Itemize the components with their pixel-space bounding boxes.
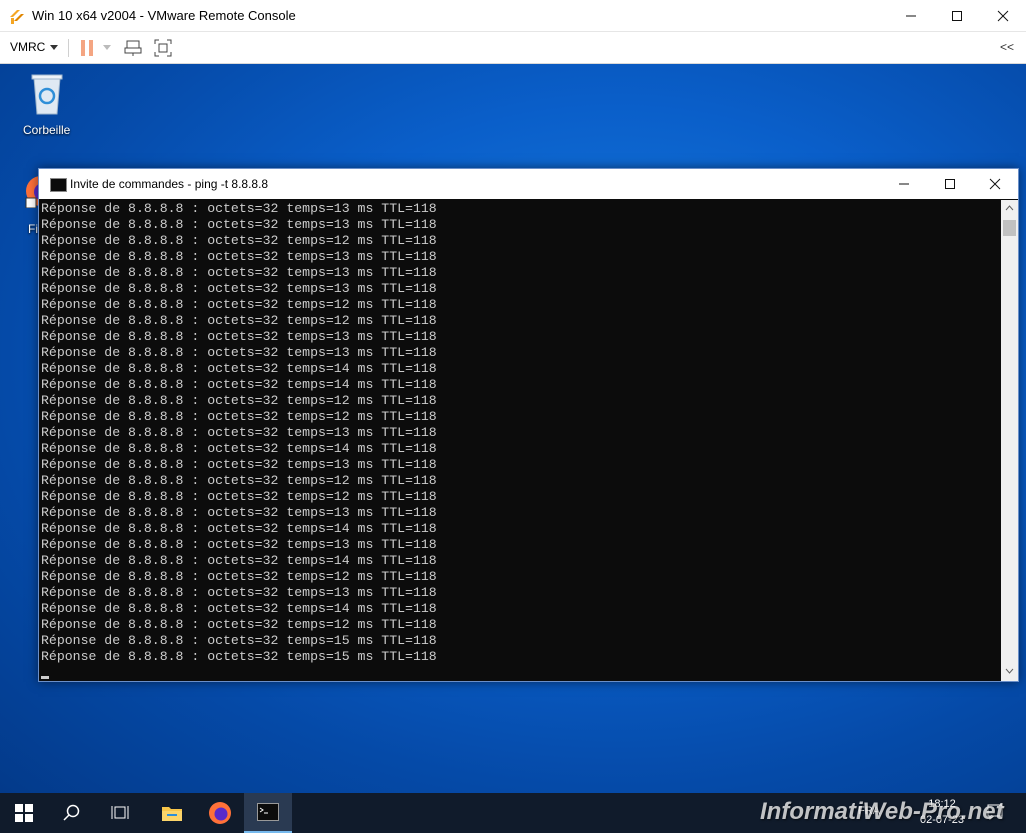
toolbar-divider	[68, 39, 69, 57]
desktop-icon-recycle-bin[interactable]: Corbeille	[14, 72, 80, 142]
cmd-output: Réponse de 8.8.8.8 : octets=32 temps=13 …	[41, 201, 437, 665]
scroll-up-icon[interactable]	[1005, 205, 1014, 211]
cmd-console-area[interactable]: Réponse de 8.8.8.8 : octets=32 temps=13 …	[39, 200, 1001, 681]
close-button[interactable]	[980, 0, 1026, 31]
cmd-output-line: Réponse de 8.8.8.8 : octets=32 temps=12 …	[41, 489, 437, 504]
cmd-output-line: Réponse de 8.8.8.8 : octets=32 temps=12 …	[41, 393, 437, 408]
firefox-icon	[209, 802, 231, 824]
file-explorer-icon	[162, 807, 182, 821]
cmd-output-line: Réponse de 8.8.8.8 : octets=32 temps=13 …	[41, 201, 437, 216]
cmd-output-line: Réponse de 8.8.8.8 : octets=32 temps=13 …	[41, 217, 437, 232]
task-view-button[interactable]	[96, 793, 144, 833]
cmd-window-title: Invite de commandes - ping -t 8.8.8.8	[70, 177, 269, 191]
maximize-icon	[945, 179, 955, 189]
cmd-title-bar[interactable]: Invite de commandes - ping -t 8.8.8.8	[39, 169, 1018, 199]
chevron-down-icon[interactable]	[50, 45, 58, 50]
vmrc-title-bar: Win 10 x64 v2004 - VMware Remote Console	[0, 0, 1026, 32]
cmd-output-line: Réponse de 8.8.8.8 : octets=32 temps=13 …	[41, 457, 437, 472]
cmd-output-line: Réponse de 8.8.8.8 : octets=32 temps=15 …	[41, 649, 437, 664]
close-icon	[997, 10, 1009, 21]
minimize-icon	[899, 183, 909, 185]
start-button[interactable]	[0, 793, 48, 833]
send-ctrl-alt-del-icon[interactable]	[124, 39, 144, 57]
minimize-button[interactable]	[888, 0, 934, 31]
cmd-output-line: Réponse de 8.8.8.8 : octets=32 temps=13 …	[41, 281, 437, 296]
cmd-output-line: Réponse de 8.8.8.8 : octets=32 temps=12 …	[41, 473, 437, 488]
cmd-output-line: Réponse de 8.8.8.8 : octets=32 temps=14 …	[41, 377, 437, 392]
cmd-output-line: Réponse de 8.8.8.8 : octets=32 temps=12 …	[41, 297, 437, 312]
recycle-bin-icon	[31, 74, 63, 115]
vmrc-window-title: Win 10 x64 v2004 - VMware Remote Console	[32, 8, 296, 23]
cmd-output-line: Réponse de 8.8.8.8 : octets=32 temps=14 …	[41, 553, 437, 568]
vmware-app-icon	[10, 10, 24, 24]
vmrc-menu-button[interactable]: VMRC	[10, 40, 45, 54]
vmrc-toolbar: VMRC <<	[0, 32, 1026, 64]
cmd-close-button[interactable]	[972, 169, 1018, 199]
maximize-icon	[952, 10, 962, 21]
cmd-output-line: Réponse de 8.8.8.8 : octets=32 temps=14 …	[41, 441, 437, 456]
cmd-maximize-button[interactable]	[927, 169, 973, 199]
desktop-icon-label: Corbeille	[23, 123, 71, 137]
cmd-minimize-button[interactable]	[881, 169, 927, 199]
cmd-output-line: Réponse de 8.8.8.8 : octets=32 temps=14 …	[41, 521, 437, 536]
minimize-icon	[906, 15, 916, 16]
cmd-output-line: Réponse de 8.8.8.8 : octets=32 temps=12 …	[41, 409, 437, 424]
pause-icon[interactable]	[80, 39, 94, 57]
command-prompt-icon	[257, 803, 279, 821]
cmd-output-line: Réponse de 8.8.8.8 : octets=32 temps=12 …	[41, 233, 437, 248]
taskbar-search-button[interactable]	[48, 793, 96, 833]
taskbar-file-explorer[interactable]	[148, 793, 196, 833]
fullscreen-icon[interactable]	[154, 39, 172, 57]
cmd-output-line: Réponse de 8.8.8.8 : octets=32 temps=14 …	[41, 601, 437, 616]
cmd-output-line: Réponse de 8.8.8.8 : octets=32 temps=13 …	[41, 537, 437, 552]
cmd-output-line: Réponse de 8.8.8.8 : octets=32 temps=12 …	[41, 569, 437, 584]
cmd-output-line: Réponse de 8.8.8.8 : octets=32 temps=13 …	[41, 249, 437, 264]
desktop-icon-label: Fi	[28, 222, 38, 236]
command-prompt-window: Invite de commandes - ping -t 8.8.8.8 Ré…	[38, 168, 1019, 682]
taskbar-firefox[interactable]	[196, 793, 244, 833]
text-cursor	[41, 676, 49, 679]
taskbar-command-prompt[interactable]	[244, 793, 292, 833]
cmd-output-line: Réponse de 8.8.8.8 : octets=32 temps=14 …	[41, 361, 437, 376]
power-dropdown-icon[interactable]	[103, 45, 111, 50]
cmd-output-line: Réponse de 8.8.8.8 : octets=32 temps=15 …	[41, 633, 437, 648]
scroll-down-icon[interactable]	[1005, 668, 1014, 674]
search-icon	[63, 804, 80, 821]
cmd-output-line: Réponse de 8.8.8.8 : octets=32 temps=13 …	[41, 425, 437, 440]
cmd-output-line: Réponse de 8.8.8.8 : octets=32 temps=13 …	[41, 585, 437, 600]
command-prompt-icon	[50, 178, 67, 192]
watermark-logo: InformatiWeb-Pro.net	[760, 798, 1004, 825]
cmd-output-line: Réponse de 8.8.8.8 : octets=32 temps=13 …	[41, 505, 437, 520]
scrollbar-thumb[interactable]	[1003, 220, 1016, 236]
close-icon	[989, 178, 1001, 190]
cmd-output-line: Réponse de 8.8.8.8 : octets=32 temps=12 …	[41, 313, 437, 328]
task-view-icon	[111, 806, 129, 819]
cmd-output-line: Réponse de 8.8.8.8 : octets=32 temps=12 …	[41, 617, 437, 632]
cmd-output-line: Réponse de 8.8.8.8 : octets=32 temps=13 …	[41, 329, 437, 344]
cmd-output-line: Réponse de 8.8.8.8 : octets=32 temps=13 …	[41, 265, 437, 280]
start-icon	[15, 804, 33, 822]
cmd-output-line: Réponse de 8.8.8.8 : octets=32 temps=13 …	[41, 345, 437, 360]
cmd-scrollbar[interactable]	[1001, 200, 1018, 681]
collapse-library-button[interactable]: <<	[1000, 40, 1014, 54]
maximize-button[interactable]	[934, 0, 980, 31]
